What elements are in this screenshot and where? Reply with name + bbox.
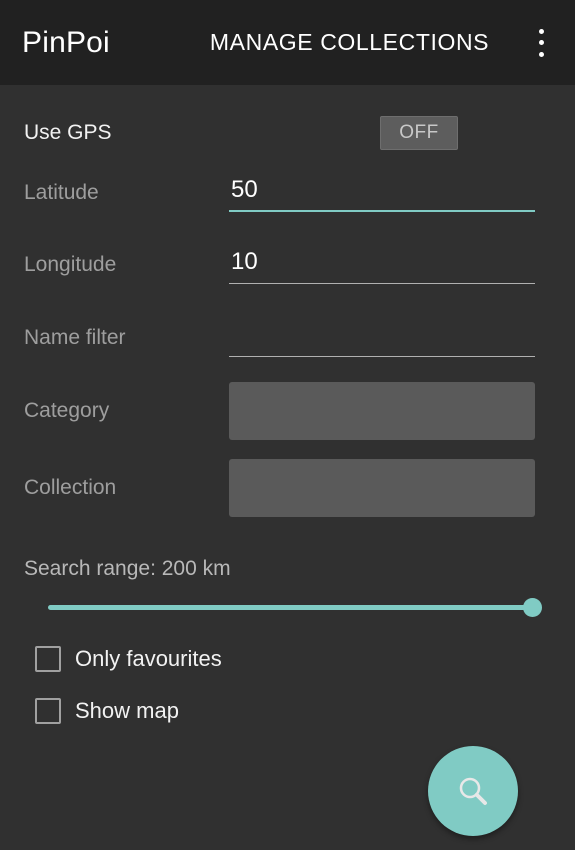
collection-label: Collection <box>24 476 117 499</box>
use-gps-toggle[interactable]: OFF <box>380 116 458 150</box>
slider-track <box>48 605 532 610</box>
name-filter-input[interactable] <box>229 318 535 352</box>
use-gps-label: Use GPS <box>24 121 112 144</box>
longitude-field[interactable]: 10 <box>229 245 535 284</box>
latitude-input[interactable]: 50 <box>229 173 535 207</box>
row-collection: Collection <box>0 459 575 517</box>
row-longitude: Longitude 10 <box>0 245 575 284</box>
search-range-slider[interactable] <box>48 595 542 619</box>
name-filter-underline <box>229 356 535 357</box>
more-vert-icon[interactable] <box>529 27 553 59</box>
latitude-field[interactable]: 50 <box>229 173 535 212</box>
show-map-row[interactable]: Show map <box>35 698 179 724</box>
search-icon <box>459 777 487 805</box>
row-name-filter: Name filter <box>0 318 575 357</box>
only-favourites-row[interactable]: Only favourites <box>35 646 222 672</box>
search-form: Use GPS OFF Latitude 50 Longitude 10 Nam… <box>0 85 575 850</box>
row-category: Category <box>0 382 575 440</box>
category-label: Category <box>24 399 110 422</box>
category-spinner[interactable] <box>229 382 535 440</box>
collection-spinner[interactable] <box>229 459 535 517</box>
row-use-gps: Use GPS OFF <box>0 116 575 150</box>
name-filter-field[interactable] <box>229 318 535 357</box>
app-title: PinPoi <box>22 25 110 59</box>
longitude-label: Longitude <box>24 252 117 276</box>
search-fab-button[interactable] <box>428 746 518 836</box>
manage-collections-button[interactable]: MANAGE COLLECTIONS <box>210 29 489 56</box>
name-filter-label: Name filter <box>24 325 126 349</box>
slider-thumb[interactable] <box>523 598 542 617</box>
only-favourites-label[interactable]: Only favourites <box>75 646 222 672</box>
show-map-label[interactable]: Show map <box>75 698 179 724</box>
latitude-label: Latitude <box>24 180 99 204</box>
row-latitude: Latitude 50 <box>0 173 575 212</box>
latitude-underline <box>229 210 535 212</box>
only-favourites-checkbox[interactable] <box>35 646 61 672</box>
search-range-label: Search range: 200 km <box>24 557 231 580</box>
longitude-input[interactable]: 10 <box>229 245 535 279</box>
show-map-checkbox[interactable] <box>35 698 61 724</box>
longitude-underline <box>229 283 535 284</box>
app-toolbar: PinPoi MANAGE COLLECTIONS <box>0 0 575 85</box>
